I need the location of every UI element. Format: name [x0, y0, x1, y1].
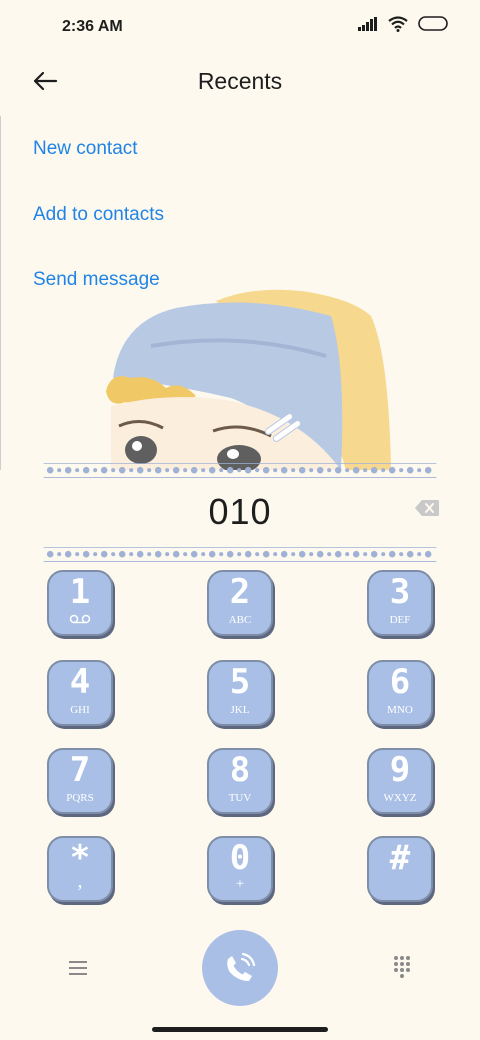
- lace-border-top: [43, 463, 437, 478]
- key-letters: +: [235, 876, 245, 892]
- menu-button[interactable]: [66, 956, 90, 980]
- key-7[interactable]: 7 PQRS: [47, 748, 113, 814]
- key-hash[interactable]: #: [367, 836, 433, 902]
- send-message-option[interactable]: Send message: [33, 269, 160, 291]
- key-digit: 5: [229, 662, 251, 702]
- options-panel: New contact Add to contacts Send message: [0, 116, 480, 470]
- key-letters: PQRS: [66, 792, 94, 804]
- backspace-icon: [415, 500, 439, 516]
- status-icons: [358, 16, 450, 32]
- key-letters: ,: [77, 870, 83, 892]
- key-2[interactable]: 2 ABC: [207, 570, 273, 636]
- voicemail-icon: [69, 614, 91, 624]
- dialed-number: 010: [208, 491, 272, 532]
- wifi-icon: [388, 16, 408, 32]
- key-digit: 3: [389, 572, 411, 612]
- app-bar: Recents: [0, 56, 480, 114]
- key-digit: #: [389, 838, 411, 878]
- key-digit: 1: [69, 572, 91, 612]
- dialpad-icon: [394, 956, 410, 978]
- key-digit: 0: [229, 838, 251, 878]
- dialpad-button[interactable]: [392, 954, 416, 978]
- key-3[interactable]: 3 DEF: [367, 570, 433, 636]
- key-8[interactable]: 8 TUV: [207, 748, 273, 814]
- status-bar: 2:36 AM: [0, 0, 480, 56]
- menu-icon: [69, 961, 87, 975]
- key-letters: MNO: [387, 704, 413, 716]
- number-display[interactable]: 010: [0, 485, 480, 549]
- key-letters: ABC: [228, 614, 252, 626]
- lace-border-bottom: [43, 547, 437, 562]
- key-9[interactable]: 9 WXYZ: [367, 748, 433, 814]
- signal-icon: [358, 17, 377, 31]
- phone-call-icon: [227, 952, 256, 981]
- key-letters: GHI: [70, 704, 90, 716]
- key-letters: TUV: [228, 792, 252, 804]
- backspace-button[interactable]: [414, 499, 440, 522]
- key-0[interactable]: 0 +: [207, 836, 273, 902]
- key-digit: 9: [389, 750, 411, 790]
- home-indicator[interactable]: [152, 1027, 328, 1032]
- key-digit: 8: [229, 750, 251, 790]
- key-letters: DEF: [389, 614, 411, 626]
- key-letters: JKL: [230, 704, 250, 716]
- key-digit: 2: [229, 572, 251, 612]
- decorative-illustration: [106, 289, 391, 470]
- call-button[interactable]: [202, 930, 278, 1006]
- page-title: Recents: [197, 68, 283, 94]
- key-digit: 7: [69, 750, 91, 790]
- key-4[interactable]: 4 GHI: [47, 660, 113, 726]
- key-letters: WXYZ: [383, 792, 417, 804]
- battery-icon: [418, 16, 448, 31]
- status-time: 2:36 AM: [62, 18, 123, 35]
- key-5[interactable]: 5 JKL: [207, 660, 273, 726]
- add-to-contacts-option[interactable]: Add to contacts: [33, 204, 164, 226]
- key-star[interactable]: * ,: [47, 836, 113, 902]
- new-contact-option[interactable]: New contact: [33, 138, 138, 160]
- key-digit: 6: [389, 662, 411, 702]
- key-1[interactable]: 1: [47, 570, 113, 636]
- key-6[interactable]: 6 MNO: [367, 660, 433, 726]
- key-digit: 4: [69, 662, 91, 702]
- bottom-bar: [0, 928, 480, 1008]
